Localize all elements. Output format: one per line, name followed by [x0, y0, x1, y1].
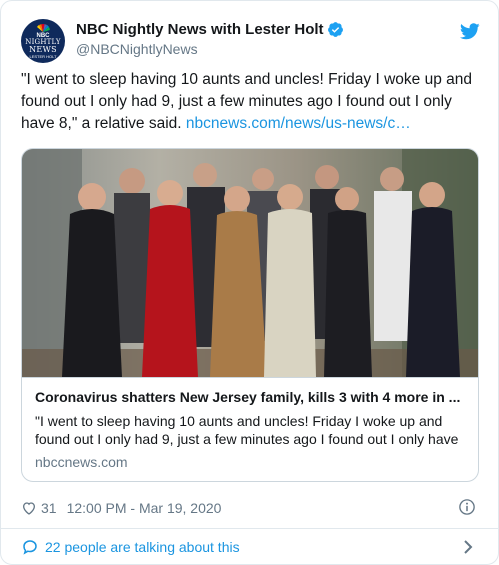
footer-divider [1, 528, 498, 529]
twitter-bird-icon[interactable] [460, 23, 480, 40]
link-card[interactable]: Coronavirus shatters New Jersey family, … [21, 148, 479, 482]
author-handle[interactable]: @NBCNightlyNews [76, 41, 344, 57]
card-photo[interactable] [22, 149, 479, 377]
card-description: "I went to sleep having 10 aunts and unc… [35, 413, 459, 447]
tweet-header: NBC NIGHTLY NEWS LESTER HOLT NBC Nightly… [21, 17, 482, 65]
heart-icon[interactable] [21, 500, 37, 516]
tweet-meta: 31 12:00 PM - Mar 19, 2020 [21, 498, 482, 518]
timestamp[interactable]: 12:00 PM - Mar 19, 2020 [67, 500, 222, 516]
avatar[interactable]: NBC NIGHTLY NEWS LESTER HOLT [21, 19, 65, 63]
avatar-lester-text: LESTER HOLT [29, 53, 57, 59]
chevron-right-icon[interactable] [462, 539, 474, 555]
nbc-peacock-icon [37, 23, 50, 32]
conversation-footer[interactable]: 22 people are talking about this [21, 536, 482, 558]
tweet-link[interactable]: nbcnews.com/news/us-news/c… [186, 115, 411, 132]
card-body: Coronavirus shatters New Jersey family, … [22, 377, 478, 481]
card-title: Coronavirus shatters New Jersey family, … [35, 389, 461, 405]
like-count: 31 [41, 500, 57, 516]
display-name[interactable]: NBC Nightly News with Lester Holt [76, 21, 324, 38]
info-icon[interactable] [458, 498, 476, 516]
tweet-embed: NBC NIGHTLY NEWS LESTER HOLT NBC Nightly… [0, 0, 499, 565]
tweet-text: "I went to sleep having 10 aunts and unc… [21, 69, 483, 135]
card-domain: nbccnews.com [35, 454, 128, 470]
talking-about-link[interactable]: 22 people are talking about this [45, 539, 240, 555]
author-names: NBC Nightly News with Lester Holt @NBCNi… [76, 21, 344, 57]
verified-badge-icon [327, 22, 343, 37]
speech-bubble-icon [23, 540, 37, 555]
display-name-row: NBC Nightly News with Lester Holt [76, 21, 344, 38]
avatar-news-text: NEWS [29, 44, 57, 54]
